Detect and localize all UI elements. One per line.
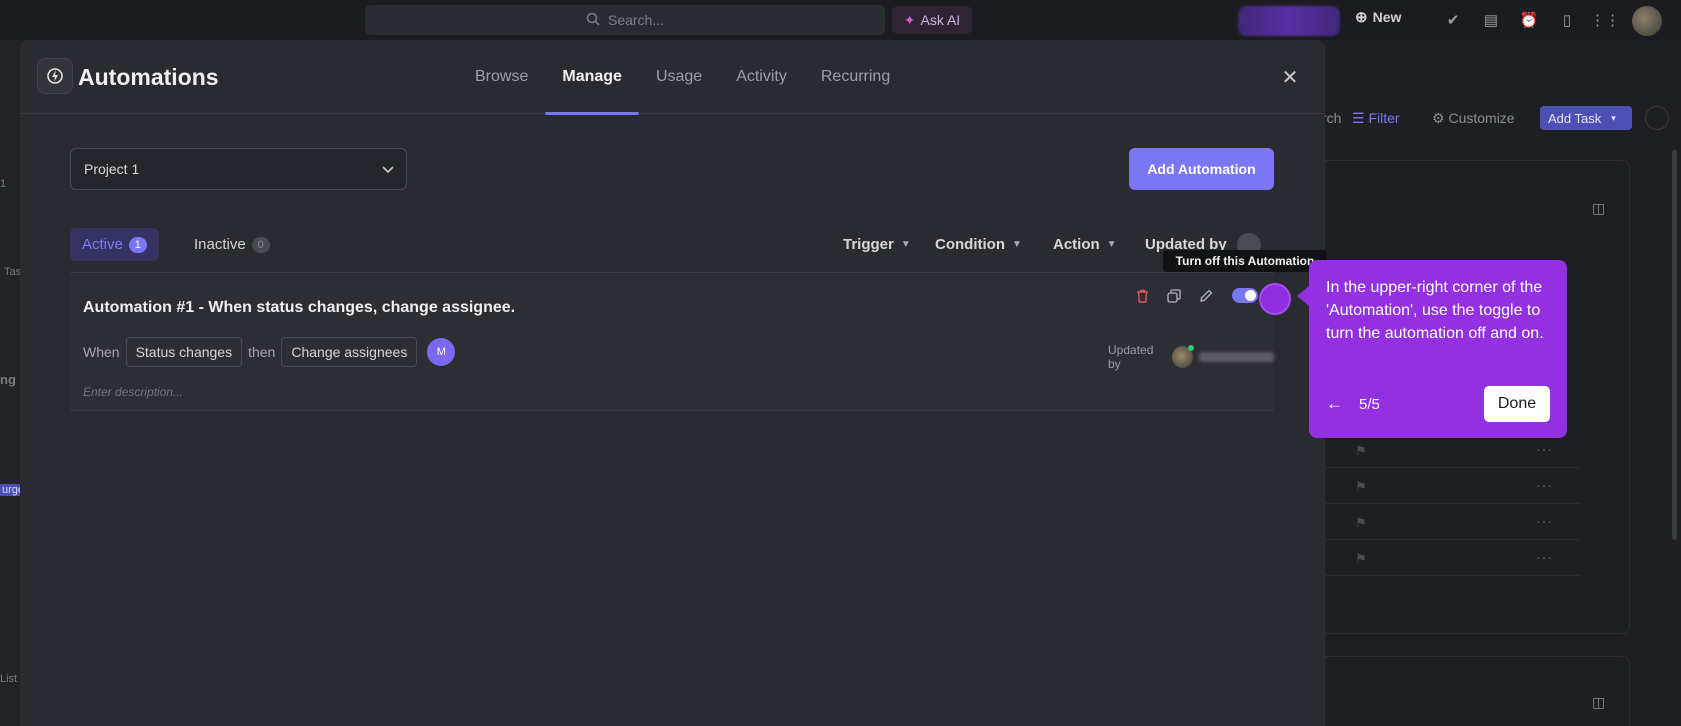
- more-dots-icon: ···: [1536, 477, 1553, 493]
- duplicate-icon[interactable]: [1165, 287, 1183, 305]
- chevron-down-icon: ▼: [1011, 239, 1022, 250]
- bg-filter-label: Filter: [1368, 110, 1400, 126]
- inactive-count-badge: 0: [251, 236, 270, 253]
- flag-icon: ⚑: [1355, 443, 1367, 458]
- toggle-tooltip: Turn off this Automation: [1163, 250, 1327, 272]
- apps-grid-icon[interactable]: ⋮⋮: [1590, 9, 1620, 31]
- scrollbar[interactable]: [1672, 150, 1677, 540]
- tab-browse[interactable]: Browse: [458, 40, 545, 114]
- automation-summary: When Status changes then Change assignee…: [83, 337, 456, 367]
- alarm-clock-icon[interactable]: ⏰: [1518, 9, 1540, 31]
- bg-filter-button: ☰ Filter: [1352, 110, 1400, 127]
- action-filter[interactable]: Action ▼: [1053, 236, 1117, 253]
- trigger-filter-label: Trigger: [843, 236, 894, 253]
- done-button[interactable]: Done: [1484, 386, 1550, 422]
- gear-icon: ⚙: [1432, 110, 1445, 126]
- automation-card[interactable]: Automation #1 - When status changes, cha…: [70, 272, 1274, 411]
- notepad-icon[interactable]: ▤: [1480, 9, 1502, 31]
- updated-by-label: Updated by: [1108, 343, 1154, 371]
- new-button[interactable]: ⊕ New: [1355, 8, 1401, 26]
- check-circle-icon[interactable]: ✔: [1442, 9, 1464, 31]
- user-avatar[interactable]: [1632, 6, 1662, 36]
- flag-icon: ⚑: [1355, 479, 1367, 494]
- tab-active-label: Active: [82, 236, 123, 253]
- top-bar: Search... ✦ Ask AI ⊕ New ✔ ▤ ⏰ ▯ ⋮⋮: [0, 0, 1681, 40]
- chevron-down-icon: ▾: [1611, 112, 1616, 123]
- action-filter-label: Action: [1053, 236, 1100, 253]
- modal-header: Automations Browse Manage Usage Activity…: [20, 40, 1325, 115]
- panel-toggle-icon: ◫: [1592, 694, 1606, 710]
- arrow-left-icon[interactable]: ←: [1326, 394, 1343, 414]
- project-select-value: Project 1: [84, 161, 140, 177]
- close-icon[interactable]: ✕: [1278, 65, 1302, 89]
- when-label: When: [83, 344, 120, 360]
- search-placeholder: Search...: [607, 12, 665, 28]
- chevron-down-icon: ▼: [900, 239, 911, 250]
- bg-left-label: 1: [0, 178, 7, 190]
- description-field[interactable]: Enter description...: [83, 385, 183, 399]
- automation-title: Automation #1 - When status changes, cha…: [83, 299, 516, 316]
- tab-manage[interactable]: Manage: [545, 40, 639, 115]
- tab-inactive-label: Inactive: [194, 236, 246, 253]
- tour-hotspot[interactable]: [1259, 283, 1291, 315]
- updater-name-redacted: [1198, 352, 1274, 362]
- tour-footer: ← 5/5 Done: [1326, 386, 1550, 422]
- bg-left-label: Tas: [4, 266, 22, 278]
- then-label: then: [248, 344, 276, 360]
- bg-customize-label: Customize: [1448, 110, 1515, 126]
- automation-bolt-icon: [37, 58, 73, 94]
- modal-title: Automations: [78, 64, 219, 90]
- search-icon: [586, 12, 600, 29]
- tab-active[interactable]: Active 1: [70, 228, 159, 261]
- more-dots-icon: ···: [1536, 549, 1553, 565]
- plus-circle-icon: ⊕: [1355, 9, 1368, 26]
- assignee-avatar: M: [427, 338, 456, 366]
- panel-toggle-icon: ◫: [1592, 200, 1606, 216]
- upgrade-button[interactable]: [1238, 6, 1340, 36]
- tour-callout: In the upper-right corner of the 'Automa…: [1297, 260, 1567, 438]
- tab-usage[interactable]: Usage: [639, 40, 719, 114]
- bg-more-button: [1645, 106, 1669, 130]
- modal-tabs: Browse Manage Usage Activity Recurring: [458, 40, 907, 115]
- bg-add-task-label: Add Task: [1548, 110, 1602, 126]
- project-select[interactable]: Project 1: [70, 148, 407, 190]
- condition-filter-label: Condition: [935, 236, 1005, 253]
- bg-add-task-button: Add Task ▾: [1540, 106, 1632, 130]
- flag-icon: ⚑: [1355, 551, 1367, 566]
- bg-left-label: List: [0, 673, 18, 685]
- tab-inactive[interactable]: Inactive 0: [182, 228, 282, 261]
- action-chip[interactable]: Change assignees: [281, 337, 418, 367]
- tour-step-counter: 5/5: [1359, 395, 1380, 413]
- more-dots-icon: ···: [1536, 513, 1553, 529]
- trigger-filter[interactable]: Trigger ▼: [843, 236, 911, 253]
- active-count-badge: 1: [128, 236, 147, 253]
- pencil-icon[interactable]: [1197, 287, 1215, 305]
- bg-left-label: ng: [0, 372, 16, 387]
- automations-modal: Automations Browse Manage Usage Activity…: [20, 40, 1325, 726]
- chevron-down-icon: [382, 161, 394, 177]
- trash-icon[interactable]: [1133, 287, 1151, 305]
- condition-filter[interactable]: Condition ▼: [935, 236, 1022, 253]
- chevron-down-icon: ▼: [1106, 239, 1117, 250]
- tab-recurring[interactable]: Recurring: [804, 40, 907, 114]
- bg-group-panel: [1320, 656, 1630, 726]
- new-label: New: [1372, 9, 1402, 25]
- ask-ai-label: Ask AI: [920, 12, 961, 28]
- trigger-chip[interactable]: Status changes: [125, 337, 243, 367]
- updater-avatar: [1171, 345, 1194, 368]
- more-dots-icon: ···: [1536, 441, 1553, 457]
- add-automation-button[interactable]: Add Automation: [1129, 148, 1274, 190]
- sliders-icon: ☰: [1352, 110, 1365, 126]
- ask-ai-button[interactable]: ✦ Ask AI: [892, 6, 972, 34]
- flag-icon: ⚑: [1355, 515, 1367, 530]
- global-search[interactable]: Search...: [365, 5, 885, 35]
- automation-toggle[interactable]: [1232, 288, 1258, 303]
- tab-activity[interactable]: Activity: [719, 40, 804, 114]
- bg-customize-button: ⚙ Customize: [1432, 110, 1515, 127]
- toggle-knob: [1245, 290, 1256, 301]
- document-icon[interactable]: ▯: [1556, 9, 1578, 31]
- sparkle-icon: ✦: [903, 11, 916, 28]
- updated-by: Updated by: [1108, 343, 1274, 371]
- tour-text: In the upper-right corner of the 'Automa…: [1326, 279, 1544, 342]
